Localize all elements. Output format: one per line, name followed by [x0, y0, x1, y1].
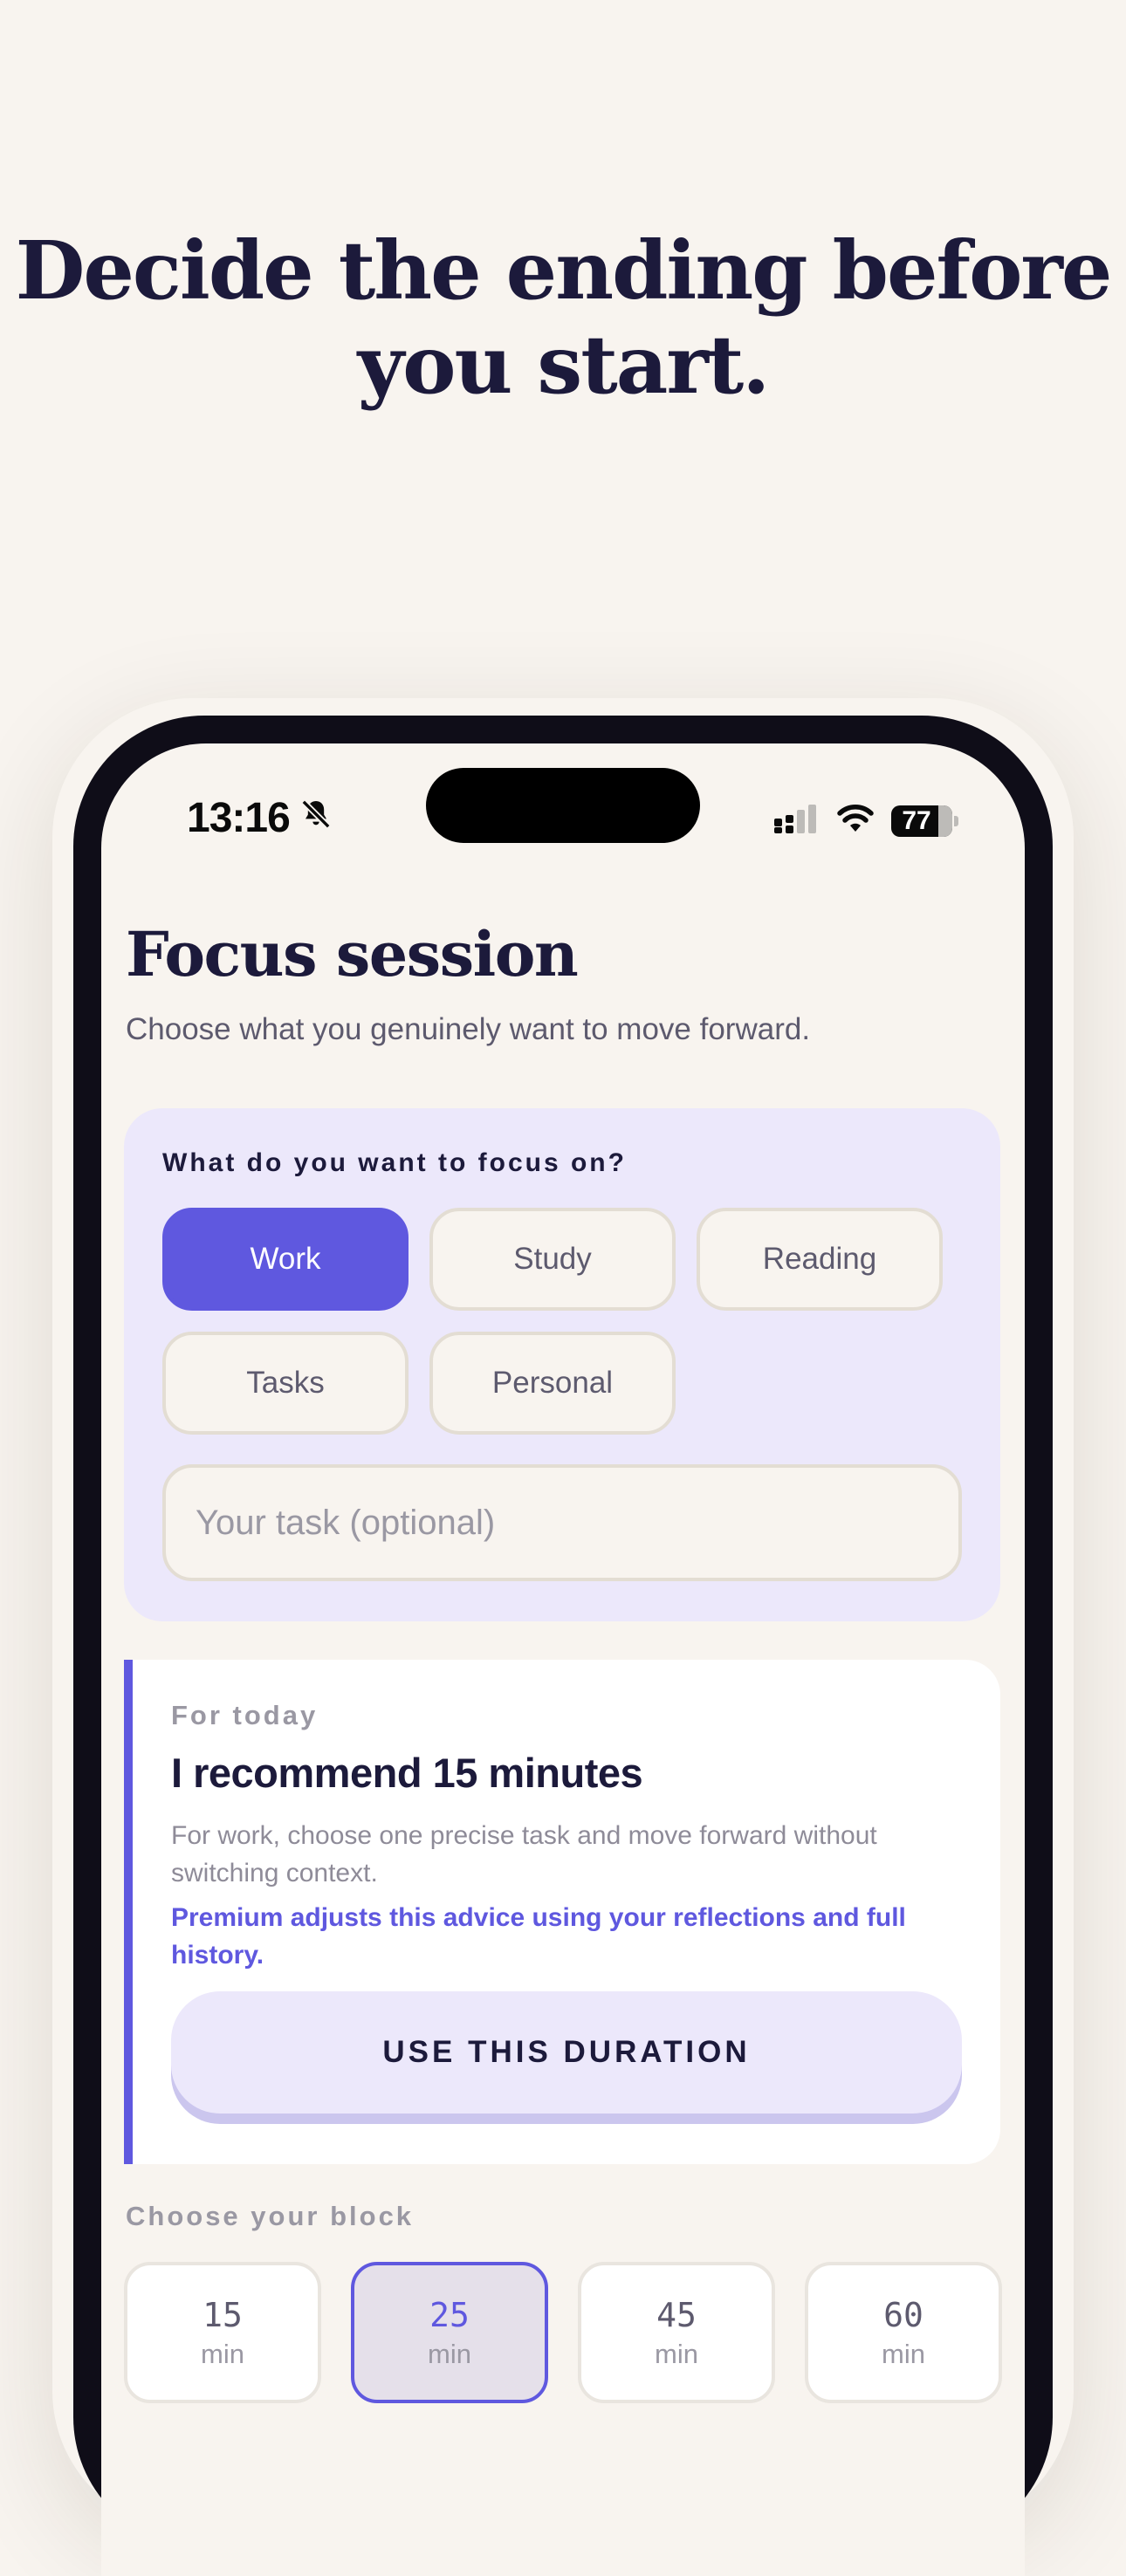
block-label: Choose your block [126, 2201, 415, 2231]
chip-tasks[interactable]: Tasks [162, 1332, 409, 1435]
duration-unit: min [428, 2339, 471, 2369]
duration-value: 15 [203, 2296, 243, 2334]
duration-value: 45 [656, 2296, 697, 2334]
status-time-text: 13:16 [187, 795, 291, 841]
recommendation-title: I recommend 15 minutes [171, 1750, 643, 1796]
focus-category-card: What do you want to focus on? Work Study… [124, 1108, 1000, 1621]
chip-reading[interactable]: Reading [697, 1208, 943, 1311]
battery-icon: 77 [891, 805, 952, 837]
phone-frame: 13:16 77 Focus session Choose what you g… [73, 716, 1053, 2576]
chip-study[interactable]: Study [429, 1208, 676, 1311]
headline-line-2: you start. [357, 318, 771, 412]
battery-tip [954, 815, 958, 826]
duration-option-60[interactable]: 60 min [805, 2262, 1002, 2403]
recommendation-kicker: For today [171, 1700, 319, 1730]
duration-option-25[interactable]: 25 min [351, 2262, 548, 2403]
page-title: Focus session [126, 918, 579, 990]
chip-personal[interactable]: Personal [429, 1332, 676, 1435]
wifi-icon [835, 803, 875, 839]
focus-question: What do you want to focus on? [162, 1148, 627, 1177]
duration-option-15[interactable]: 15 min [124, 2262, 321, 2403]
premium-note[interactable]: Premium adjusts this advice using your r… [171, 1899, 974, 1974]
headline-line-1: Decide the ending before [15, 223, 1113, 318]
marketing-headline: Decide the ending before you start. [0, 223, 1126, 412]
use-duration-button[interactable]: USE THIS DURATION [171, 1991, 962, 2114]
duration-value: 60 [883, 2296, 923, 2334]
status-icons: 77 [772, 803, 958, 839]
duration-value: 25 [429, 2296, 470, 2334]
duration-unit: min [882, 2339, 925, 2369]
recommendation-card: For today I recommend 15 minutes For wor… [124, 1660, 1000, 2164]
phone-screen: 13:16 77 Focus session Choose what you g… [101, 743, 1025, 2576]
duration-unit: min [655, 2339, 698, 2369]
chip-work[interactable]: Work [162, 1208, 409, 1311]
cellular-signal-icon [772, 803, 820, 839]
duration-option-45[interactable]: 45 min [578, 2262, 775, 2403]
recommendation-body: For work, choose one precise task and mo… [171, 1821, 877, 1887]
page-subtitle: Choose what you genuinely want to move f… [126, 1012, 811, 1046]
task-input[interactable] [162, 1464, 962, 1581]
dynamic-island [426, 768, 700, 843]
status-time: 13:16 [187, 794, 333, 842]
bell-slash-icon [299, 794, 333, 842]
battery-level: 77 [902, 805, 931, 835]
duration-unit: min [201, 2339, 244, 2369]
